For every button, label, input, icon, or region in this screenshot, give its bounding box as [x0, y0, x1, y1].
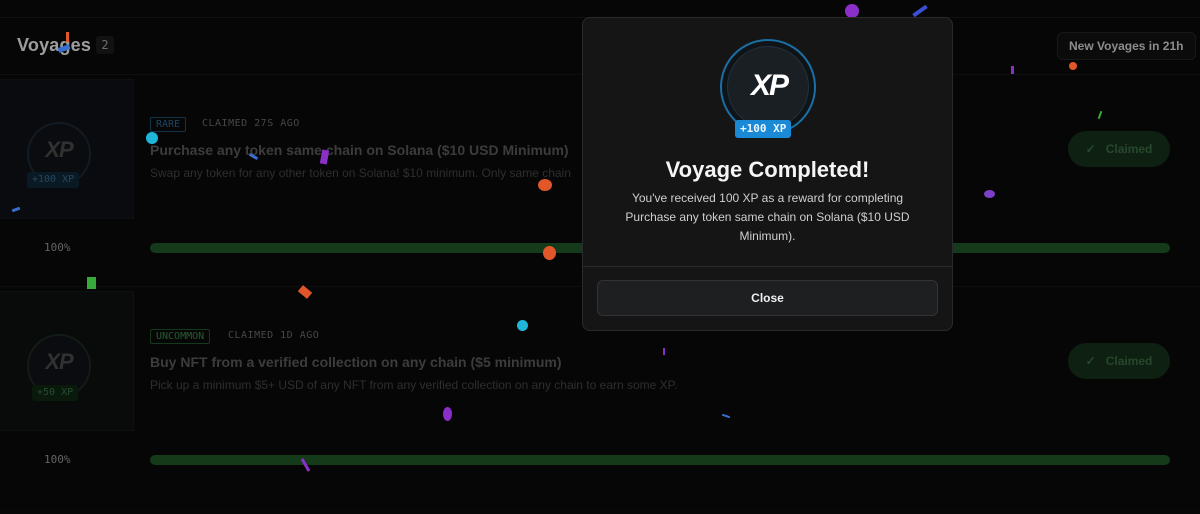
confetti-piece	[663, 348, 665, 355]
confetti-piece	[146, 132, 158, 144]
close-button[interactable]: Close	[597, 280, 938, 316]
confetti-piece	[517, 320, 528, 331]
voyage-completed-modal: XP +100 XP Voyage Completed! You've rece…	[582, 17, 953, 331]
confetti-piece	[87, 277, 96, 289]
modal-title: Voyage Completed!	[665, 157, 870, 182]
confetti-piece	[443, 407, 452, 421]
confetti-piece	[1011, 66, 1014, 74]
confetti-piece	[538, 179, 552, 191]
modal-divider	[583, 266, 952, 267]
xp-badge-inner: XP	[727, 46, 809, 128]
confetti-piece	[984, 190, 995, 198]
modal-message: You've received 100 XP as a reward for c…	[625, 191, 910, 243]
xp-reward-pill: +100 XP	[735, 120, 792, 138]
confetti-piece	[66, 32, 69, 42]
xp-logo: XP	[750, 69, 789, 102]
confetti-piece	[845, 4, 859, 18]
confetti-piece	[543, 246, 556, 260]
confetti-piece	[1069, 62, 1077, 70]
